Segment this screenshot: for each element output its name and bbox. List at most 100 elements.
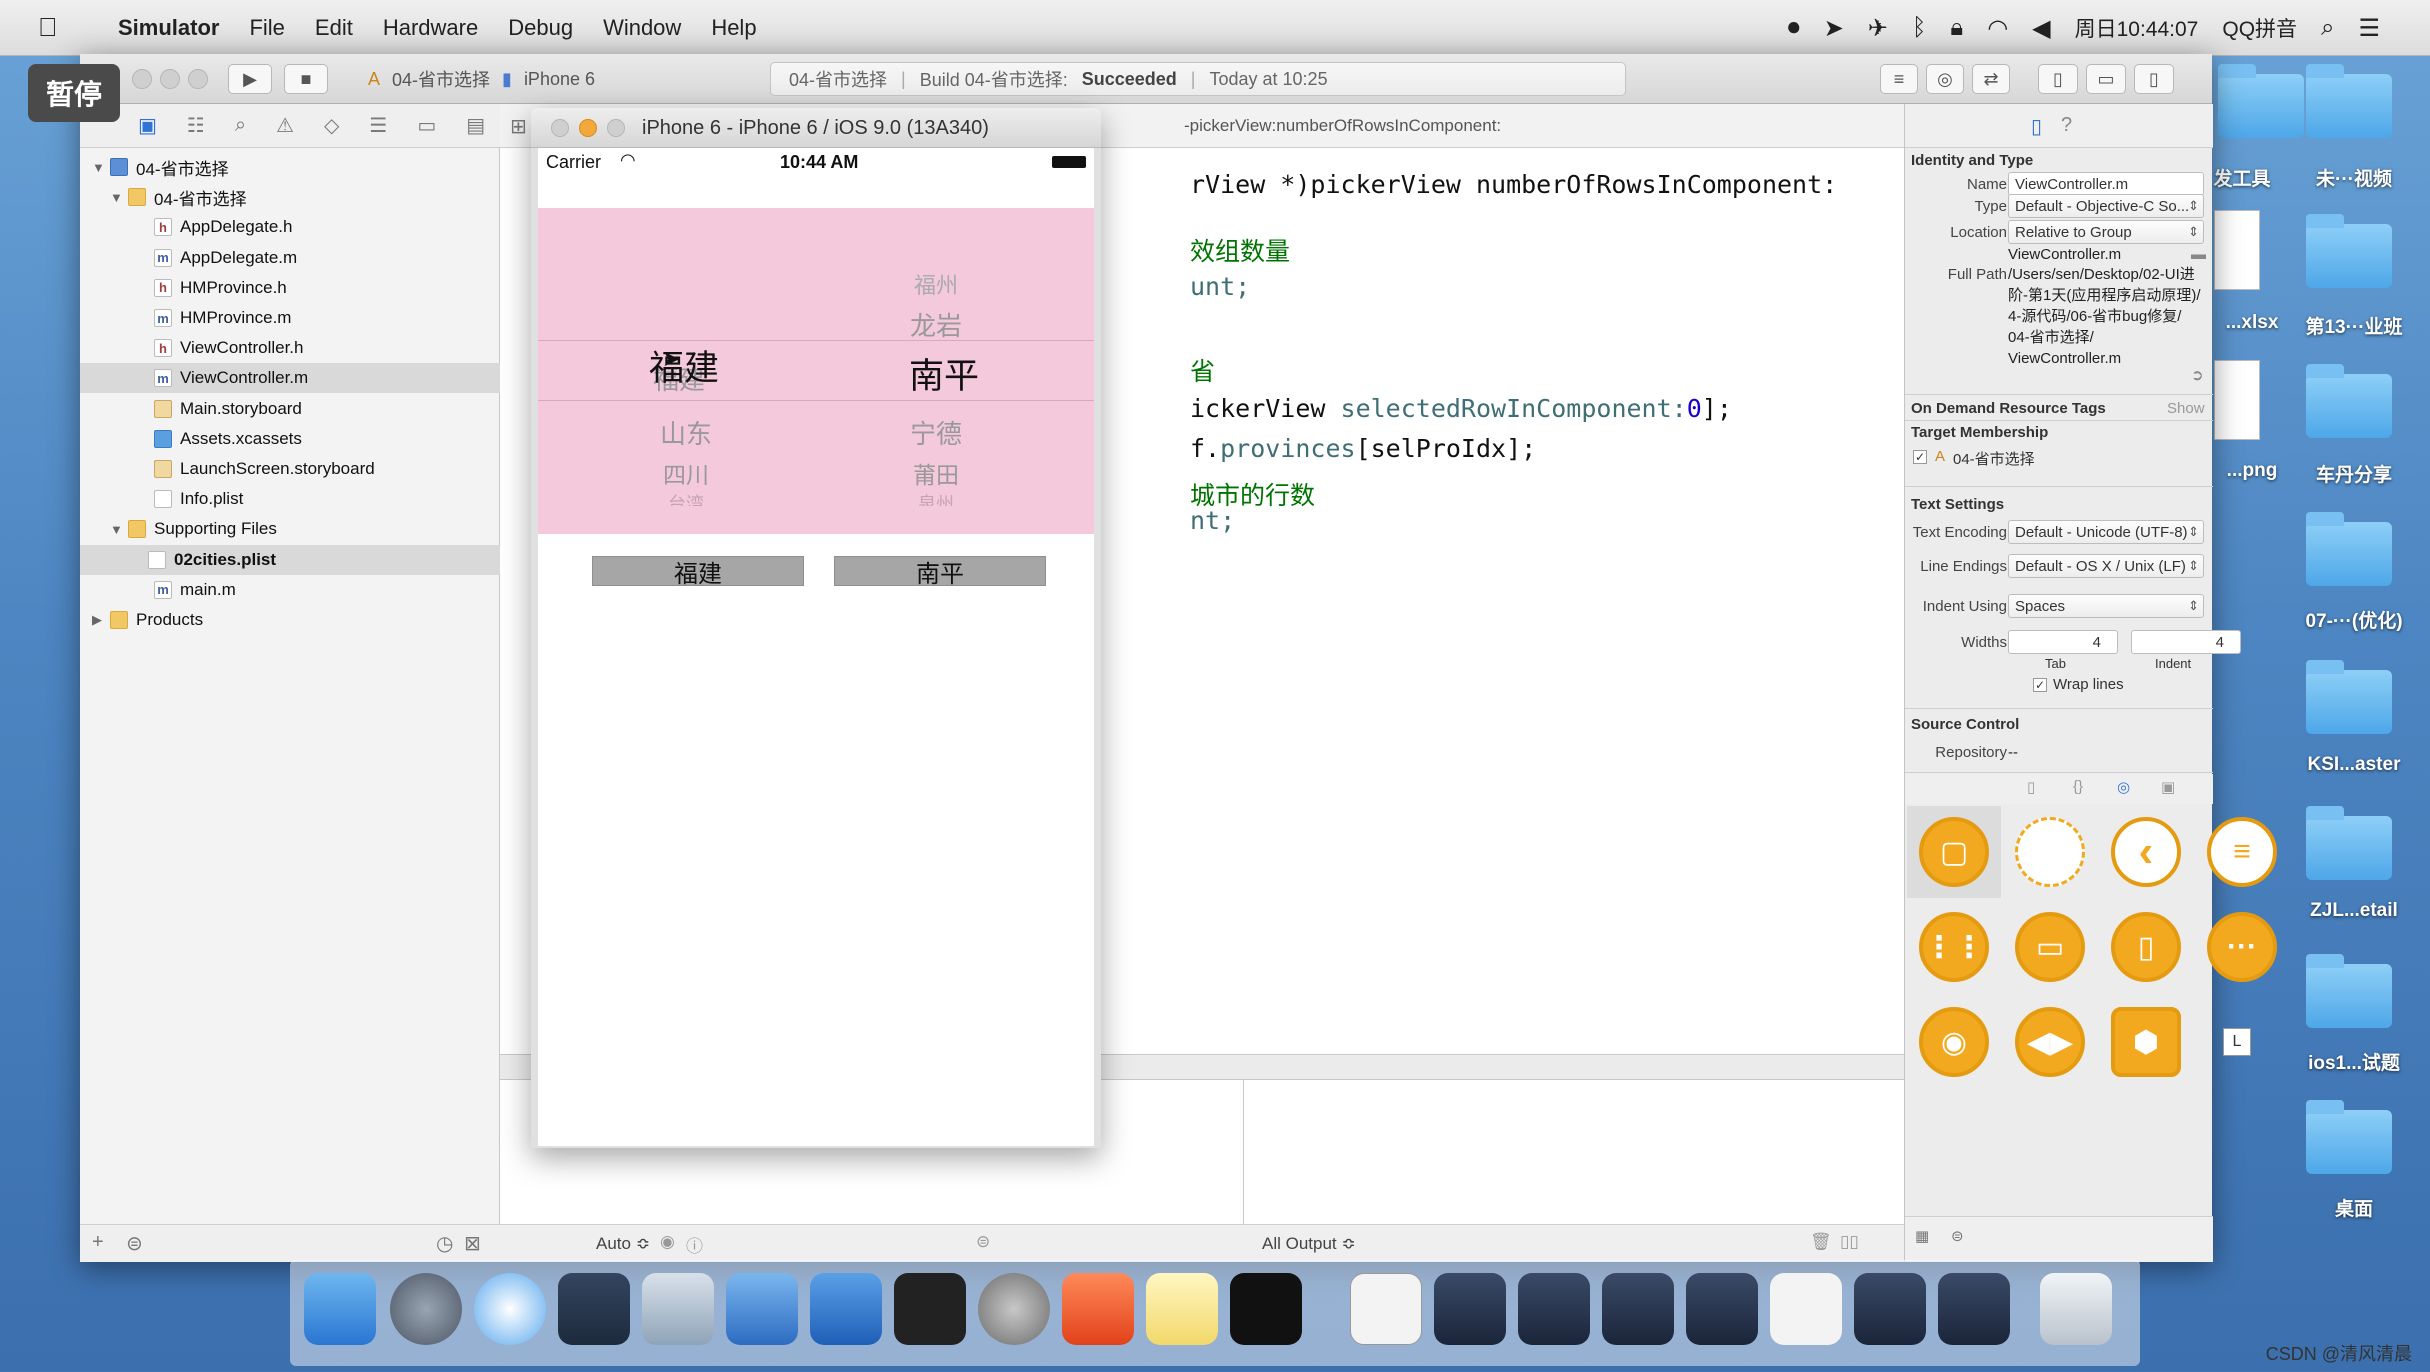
run-button[interactable]: ▶	[228, 64, 272, 94]
sim-close-button[interactable]	[551, 119, 569, 137]
desktop-item-label[interactable]: 未···视频	[2274, 164, 2430, 191]
wifi-icon[interactable]: ◠	[1987, 14, 2008, 43]
file-inspector-icon[interactable]: ▯	[2031, 114, 2042, 139]
launchpad-icon[interactable]	[390, 1273, 462, 1345]
input-method[interactable]: QQ拼音	[2222, 13, 2297, 43]
imovie-icon[interactable]	[642, 1273, 714, 1345]
desktop-folder-icon[interactable]	[2300, 802, 2392, 882]
bluetooth-icon[interactable]: ᛒ	[1912, 14, 1926, 42]
report-navigator-icon[interactable]: ▤	[466, 113, 485, 138]
desktop-item-label[interactable]: 第13···业班	[2274, 312, 2430, 339]
desktop-item-label[interactable]: ios1...试题	[2274, 1048, 2430, 1075]
xlsx-file-icon[interactable]	[2214, 210, 2260, 290]
lock-icon[interactable]: 🔒︎	[1950, 14, 1963, 42]
navigation-controller-library-icon[interactable]: ‹	[2111, 817, 2181, 887]
notification-center-icon[interactable]: ☰	[2358, 14, 2380, 43]
add-file-icon[interactable]: +	[92, 1231, 104, 1254]
desktop-folder-icon[interactable]	[2300, 508, 2392, 588]
window-zoom-button[interactable]	[188, 69, 208, 89]
disclosure-triangle-icon[interactable]: ▼	[92, 160, 110, 175]
system-preferences-icon[interactable]	[978, 1273, 1050, 1345]
object-library-icon[interactable]: ◎	[2117, 778, 2130, 796]
xcode-icon[interactable]	[726, 1273, 798, 1345]
navigator-item[interactable]: h ViewController.h	[80, 333, 500, 363]
navigator-item[interactable]: Assets.xcassets	[80, 424, 500, 454]
type-select[interactable]: Default - Objective-C So...	[2008, 194, 2204, 218]
airplane-icon[interactable]: ✈	[1868, 14, 1888, 43]
storyboard-reference-library-icon[interactable]	[2015, 817, 2085, 887]
navigator-item[interactable]: ▶ Products	[80, 605, 500, 635]
disclosure-triangle-icon[interactable]: ▼	[110, 522, 128, 537]
preview-icon[interactable]	[1350, 1273, 1422, 1345]
line-endings-select[interactable]: Default - OS X / Unix (LF)	[2008, 554, 2204, 578]
standard-editor-icon[interactable]: ≡	[1880, 64, 1918, 94]
view-controller-library-icon[interactable]: ▢	[1919, 817, 1989, 887]
navigator-item[interactable]: ▼ 04-省市选择	[80, 182, 500, 212]
auto-variables-selector[interactable]: Auto ≎	[596, 1234, 650, 1254]
library-filter-icon[interactable]: ⊜	[1951, 1227, 1964, 1245]
on-demand-show[interactable]: Show	[2167, 400, 2205, 417]
navigator-item[interactable]: 02cities.plist	[80, 544, 500, 575]
minimized-window-thumbnail[interactable]	[1518, 1273, 1590, 1345]
page-view-controller-library-icon[interactable]: ···	[2207, 912, 2277, 982]
debug-navigator-icon[interactable]: ☰	[369, 113, 387, 138]
object-cube-library-icon[interactable]: ⬢	[2111, 1007, 2181, 1077]
trash-icon[interactable]	[2040, 1273, 2112, 1345]
desktop-item-label[interactable]: 07-···(优化)	[2274, 606, 2430, 633]
minimized-window-thumbnail[interactable]	[1770, 1273, 1842, 1345]
trash-icon[interactable]: 🗑︎	[1810, 1232, 1832, 1252]
terminal-icon[interactable]	[894, 1273, 966, 1345]
province-city-picker[interactable]: 福建 山东 四川 台湾 福州 龙岩 南平 宁德 莆田 泉州 ➤	[538, 208, 1094, 534]
recording-pause-button[interactable]: 暂停	[28, 64, 120, 122]
menu-help[interactable]: Help	[711, 15, 756, 41]
navigator-item[interactable]: h HMProvince.h	[80, 273, 500, 303]
code-snippet-library-icon[interactable]: {}	[2073, 778, 2083, 795]
picker-province-row[interactable]: 台湾	[606, 490, 766, 506]
minimized-window-thumbnail[interactable]	[1434, 1273, 1506, 1345]
table-view-controller-library-icon[interactable]: ≡	[2207, 817, 2277, 887]
picker-city-row[interactable]: 泉州	[856, 490, 1016, 506]
picker-province-row[interactable]: 山东	[606, 414, 766, 451]
iphone-screen[interactable]: Carrier ◠ 10:44 AM 福建 山东 四川 台湾 福州 龙岩 南平 …	[538, 148, 1094, 1146]
menubar-clock[interactable]: 周日10:44:07	[2075, 13, 2199, 43]
toggle-debug-area-icon[interactable]: ▭	[2086, 64, 2126, 94]
desktop-folder-icon[interactable]	[2300, 1096, 2392, 1176]
spotlight-search-icon[interactable]: ⌕	[2321, 14, 2334, 42]
label-library-icon[interactable]: L	[2223, 1028, 2251, 1056]
desktop-folder-icon[interactable]	[2300, 60, 2392, 140]
picker-city-row[interactable]: 宁德	[856, 414, 1016, 451]
navigator-item[interactable]: m main.m	[80, 575, 500, 605]
split-view-controller-library-icon[interactable]: ▯	[2111, 912, 2181, 982]
minimized-window-thumbnail[interactable]	[1854, 1273, 1926, 1345]
minimized-window-thumbnail[interactable]	[1602, 1273, 1674, 1345]
name-field[interactable]: ViewController.m	[2008, 172, 2204, 196]
info-icon[interactable]: ⓘ	[686, 1232, 703, 1257]
issue-navigator-icon[interactable]: ⚠	[276, 113, 294, 138]
indent-width-field[interactable]: 4	[2131, 630, 2241, 654]
symbol-navigator-icon[interactable]: ☷	[187, 113, 205, 138]
reveal-folder-icon[interactable]: ▬	[2191, 246, 2206, 263]
desktop-folder-icon[interactable]	[2300, 360, 2392, 440]
desktop-item-label[interactable]: 桌面	[2274, 1194, 2430, 1221]
navigator-item[interactable]: ▼ 04-省市选择	[80, 152, 500, 182]
encoding-select[interactable]: Default - Unicode (UTF-8)	[2008, 520, 2204, 544]
output-selector[interactable]: All Output ≎	[1262, 1234, 1356, 1254]
picker-city-row[interactable]: 福州	[856, 268, 1016, 300]
tab-bar-controller-library-icon[interactable]: ▭	[2015, 912, 2085, 982]
navigator-item[interactable]: m AppDelegate.m	[80, 243, 500, 273]
picker-city-selected[interactable]: 南平	[864, 348, 1024, 399]
navigator-item[interactable]: m HMProvince.m	[80, 303, 500, 333]
sim-minimize-button[interactable]	[579, 119, 597, 137]
picker-province-selected[interactable]: 福建	[649, 340, 719, 391]
menu-simulator[interactable]: Simulator	[118, 15, 219, 41]
picker-city-row[interactable]: 龙岩	[856, 306, 1016, 343]
avkit-player-library-icon[interactable]: ◀▶	[2015, 1007, 2085, 1077]
navigator-item[interactable]: m ViewController.m	[80, 363, 500, 394]
disclosure-triangle-icon[interactable]: ▶	[92, 612, 110, 628]
png-file-icon[interactable]	[2214, 360, 2260, 440]
find-navigator-icon[interactable]: ⌕	[235, 114, 246, 137]
recent-files-icon[interactable]: ◷	[436, 1231, 453, 1256]
toggle-navigator-icon[interactable]: ▯	[2038, 64, 2078, 94]
toggle-utilities-icon[interactable]: ▯	[2134, 64, 2174, 94]
version-editor-icon[interactable]: ⇄	[1972, 64, 2010, 94]
